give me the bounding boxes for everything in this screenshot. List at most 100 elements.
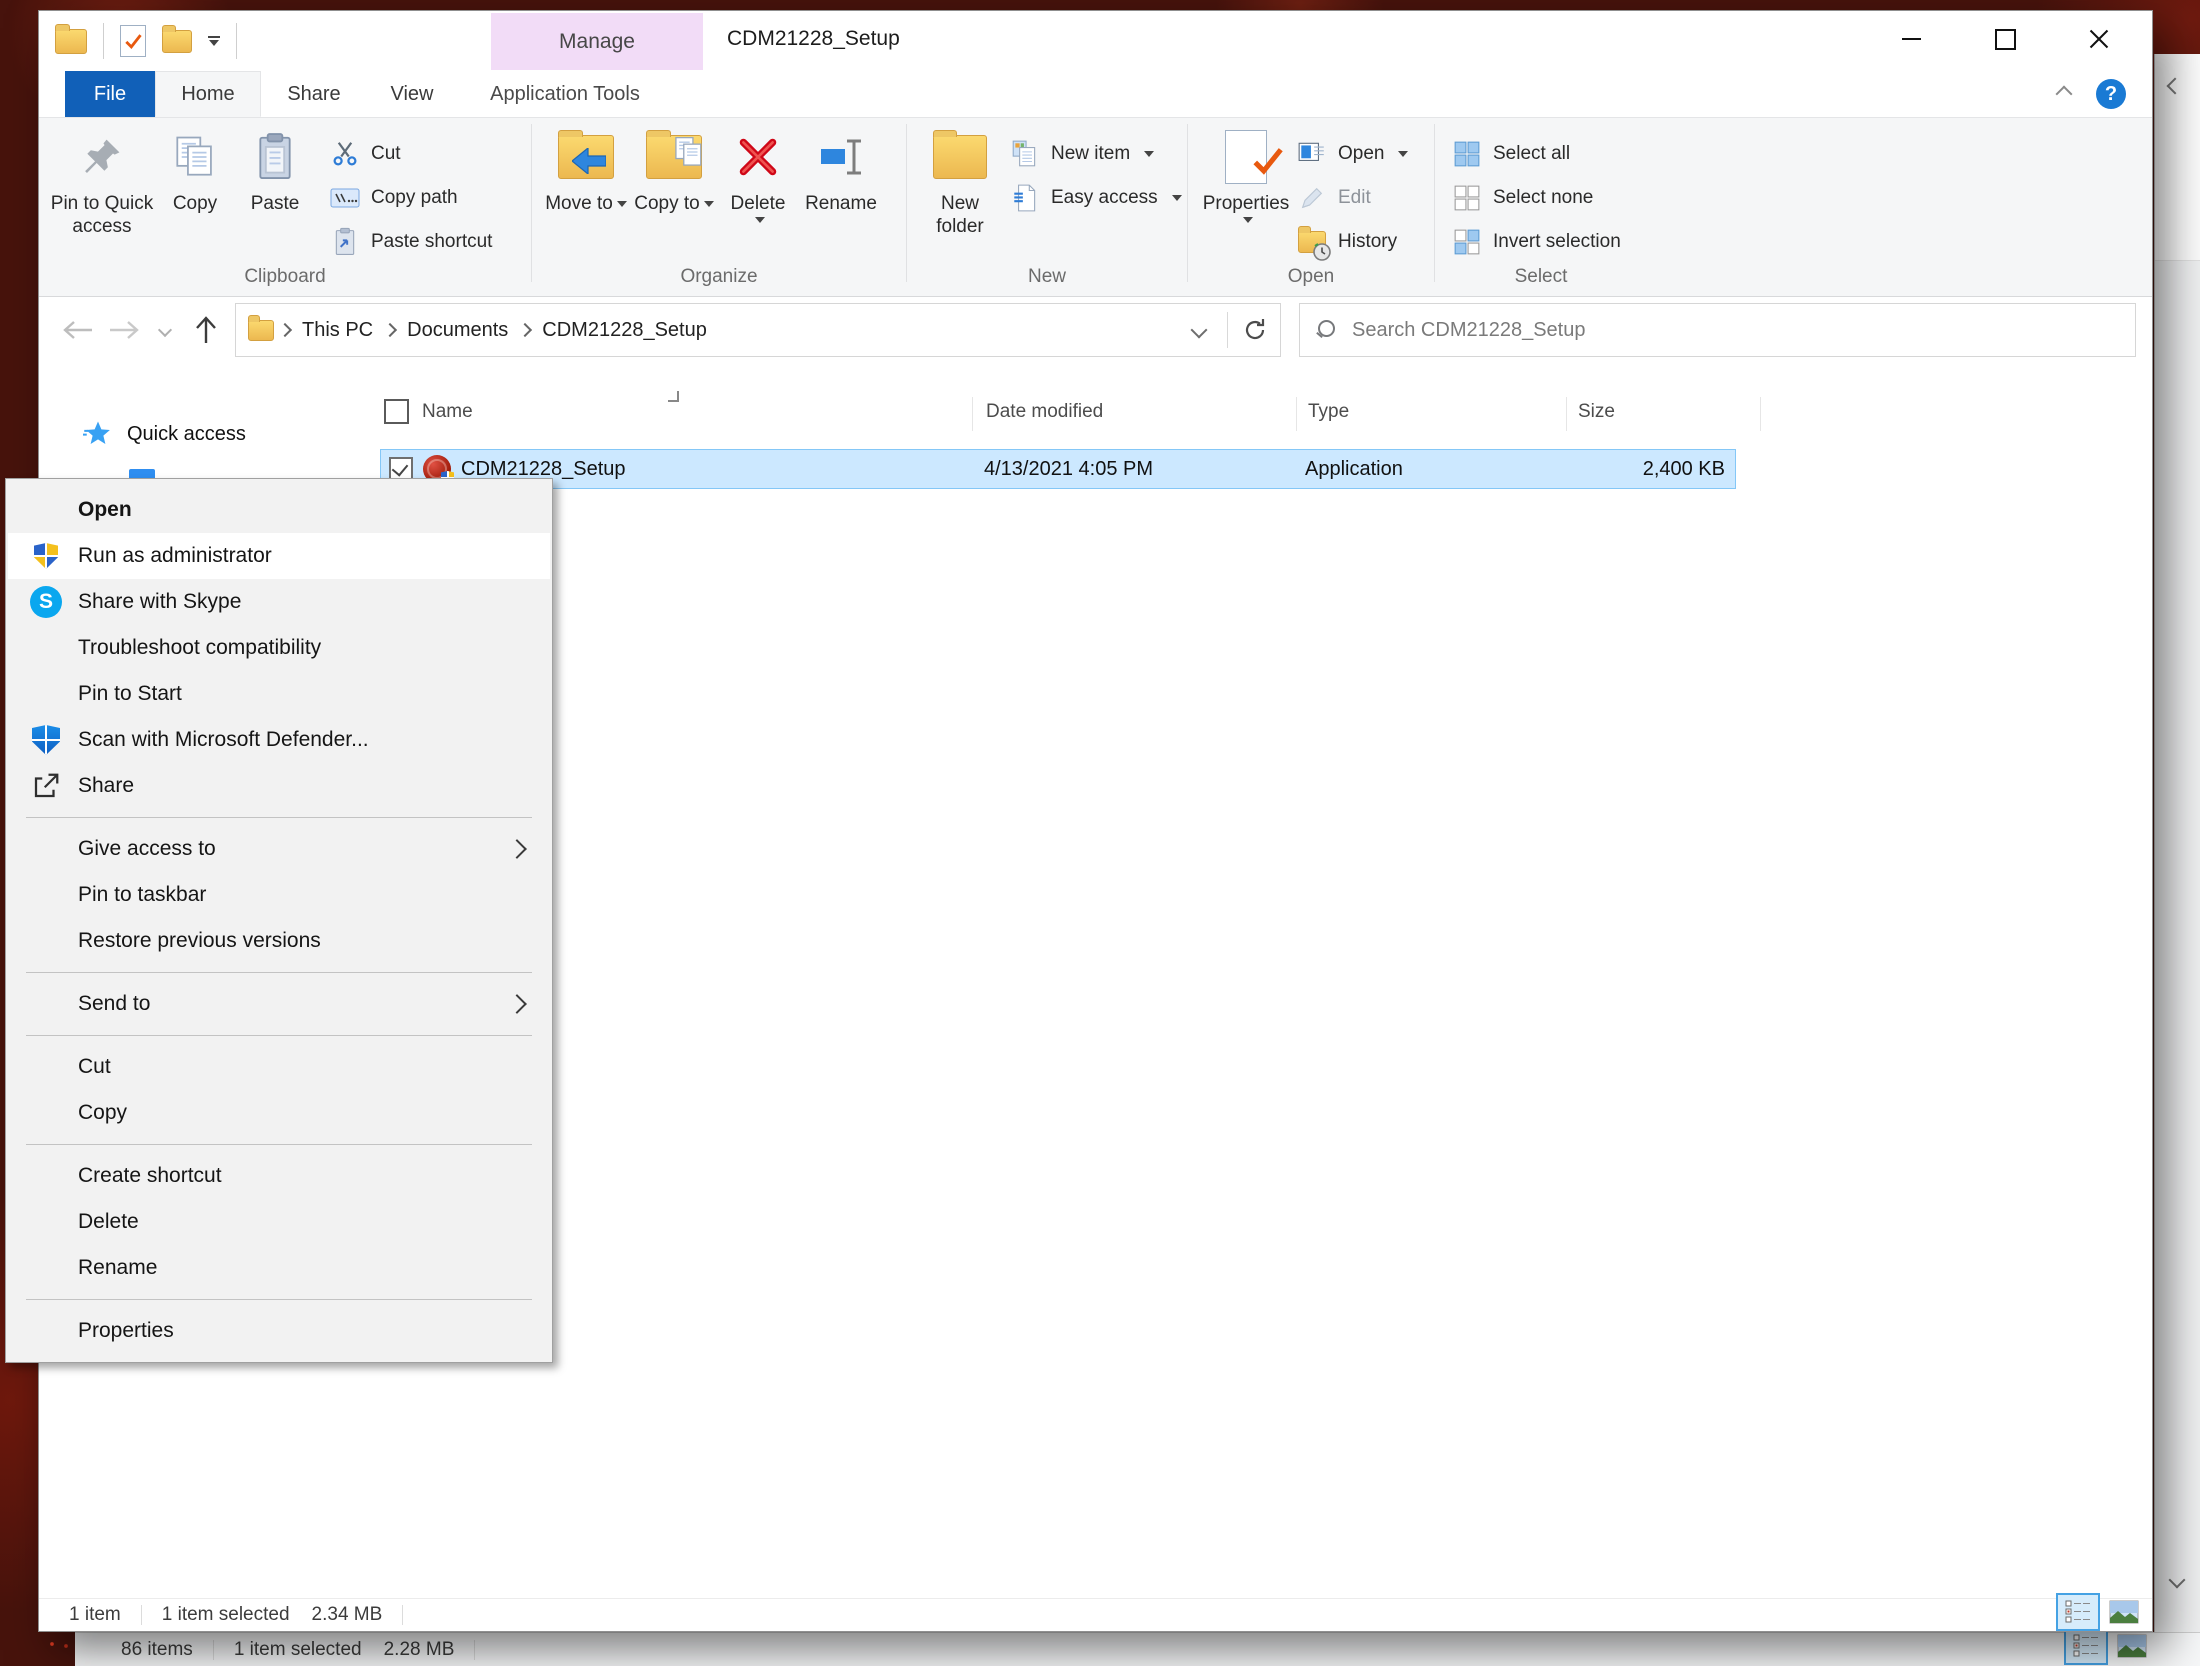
- tab-application-tools[interactable]: Application Tools: [457, 71, 673, 117]
- properties-button[interactable]: Properties: [1198, 118, 1294, 223]
- up-button[interactable]: [183, 307, 229, 353]
- background-scrollbar-down-icon[interactable]: [2169, 1572, 2186, 1589]
- qat-properties-button[interactable]: [120, 25, 146, 57]
- pushpin-icon: [80, 126, 124, 188]
- ribbon: Pin to Quick access Copy Paste: [39, 118, 2152, 297]
- thumbnail-view-button[interactable]: [2102, 1593, 2146, 1631]
- pin-to-quick-access-button[interactable]: Pin to Quick access: [49, 118, 155, 238]
- copy-to-icon: [646, 126, 702, 188]
- menu-item-delete[interactable]: Delete: [8, 1199, 550, 1245]
- column-header-name[interactable]: Name: [422, 401, 473, 423]
- close-button[interactable]: [2070, 17, 2128, 61]
- edit-button[interactable]: Edit: [1296, 176, 1408, 220]
- menu-item-share-with-skype[interactable]: Share with Skype: [8, 579, 550, 625]
- chevron-down-icon: [1398, 151, 1408, 157]
- tab-share[interactable]: Share: [261, 71, 367, 117]
- select-all-button[interactable]: Select all: [1451, 132, 1621, 176]
- details-view-button[interactable]: [2056, 1593, 2100, 1631]
- back-button[interactable]: [55, 307, 101, 353]
- help-button[interactable]: [2096, 79, 2126, 109]
- tab-file[interactable]: File: [65, 71, 155, 117]
- breadcrumb-bar[interactable]: This PC Documents CDM21228_Setup: [235, 303, 1281, 357]
- menu-item-restore-previous-versions[interactable]: Restore previous versions: [8, 918, 550, 964]
- new-folder-button[interactable]: New folder: [917, 118, 1003, 238]
- paste-button[interactable]: Paste: [235, 118, 315, 215]
- menu-item-properties[interactable]: Properties: [8, 1308, 550, 1354]
- breadcrumb-documents[interactable]: Documents: [397, 319, 518, 342]
- breadcrumb-chevron-icon[interactable]: [383, 323, 397, 337]
- breadcrumb-chevron-icon[interactable]: [278, 323, 292, 337]
- forward-button[interactable]: [101, 307, 147, 353]
- status-item-count: 1 item: [69, 1604, 121, 1626]
- column-divider[interactable]: [1296, 397, 1297, 431]
- cut-button[interactable]: Cut: [329, 132, 492, 176]
- menu-item-give-access-to[interactable]: Give access to: [8, 826, 550, 872]
- bg-details-view-button[interactable]: [2064, 1627, 2108, 1665]
- menu-item-share[interactable]: Share: [8, 763, 550, 809]
- contextual-tab-group-manage[interactable]: Manage: [491, 13, 703, 70]
- background-expand-ribbon-chevron-icon[interactable]: [2167, 78, 2184, 95]
- column-divider[interactable]: [1760, 397, 1761, 431]
- menu-item-cut-label: Cut: [78, 1055, 111, 1079]
- history-button[interactable]: History: [1296, 220, 1408, 264]
- bg-thumbnail-view-button[interactable]: [2110, 1627, 2154, 1665]
- column-header-size[interactable]: Size: [1578, 401, 1615, 423]
- rename-button[interactable]: Rename: [798, 118, 884, 215]
- refresh-icon[interactable]: [1242, 317, 1268, 343]
- copy-to-button[interactable]: Copy to: [630, 118, 718, 215]
- column-divider[interactable]: [1566, 397, 1567, 431]
- divider: [141, 1605, 142, 1625]
- column-header-type[interactable]: Type: [1308, 401, 1349, 423]
- copy-button[interactable]: Copy: [155, 118, 235, 215]
- breadcrumb-this-pc[interactable]: This PC: [292, 319, 383, 342]
- sidebar-item-quick-access[interactable]: Quick access: [83, 419, 246, 449]
- menu-item-copy[interactable]: Copy: [8, 1090, 550, 1136]
- menu-item-create-shortcut[interactable]: Create shortcut: [8, 1153, 550, 1199]
- tab-home[interactable]: Home: [155, 71, 261, 117]
- details-view-icon: [2073, 1634, 2099, 1658]
- customize-quick-access-dropdown[interactable]: [208, 36, 220, 46]
- menu-item-cut[interactable]: Cut: [8, 1044, 550, 1090]
- delete-button[interactable]: Delete: [718, 118, 798, 223]
- divider: [213, 1640, 214, 1660]
- menu-item-run-as-administrator[interactable]: Run as administrator: [8, 533, 550, 579]
- open-button[interactable]: Open: [1296, 132, 1408, 176]
- recent-locations-dropdown[interactable]: [147, 307, 183, 353]
- breadcrumb-chevron-icon[interactable]: [518, 323, 532, 337]
- menu-item-pin-to-start[interactable]: Pin to Start: [8, 671, 550, 717]
- breadcrumb-current-folder[interactable]: CDM21228_Setup: [532, 319, 717, 342]
- menu-item-share-with-skype-label: Share with Skype: [78, 590, 241, 614]
- column-header-date-modified[interactable]: Date modified: [986, 401, 1103, 423]
- address-dropdown-chevron-icon[interactable]: [1191, 322, 1208, 339]
- collapse-ribbon-chevron-icon[interactable]: [2056, 86, 2073, 103]
- copy-path-icon: [329, 182, 361, 214]
- menu-item-open[interactable]: Open: [8, 487, 550, 533]
- maximize-button[interactable]: [1976, 17, 2034, 61]
- copy-path-button[interactable]: Copy path: [329, 176, 492, 220]
- menu-item-send-to[interactable]: Send to: [8, 981, 550, 1027]
- menu-item-rename[interactable]: Rename: [8, 1245, 550, 1291]
- new-item-button[interactable]: New item: [1009, 132, 1182, 176]
- qat-new-folder-button[interactable]: [162, 30, 192, 53]
- move-to-button[interactable]: Move to: [542, 118, 630, 215]
- file-row-selected[interactable]: CDM21228_Setup 4/13/2021 4:05 PM Applica…: [380, 449, 1736, 489]
- divider: [1227, 312, 1228, 348]
- window-controls: [1882, 17, 2128, 61]
- tab-home-label: Home: [181, 83, 234, 106]
- easy-access-button[interactable]: Easy access: [1009, 176, 1182, 220]
- minimize-button[interactable]: [1882, 17, 1940, 61]
- menu-item-troubleshoot-compatibility[interactable]: Troubleshoot compatibility: [8, 625, 550, 671]
- select-none-button[interactable]: Select none: [1451, 176, 1621, 220]
- search-box[interactable]: [1299, 303, 2136, 357]
- chevron-down-icon: [1172, 195, 1182, 201]
- menu-item-scan-with-microsoft-defender[interactable]: Scan with Microsoft Defender...: [8, 717, 550, 763]
- menu-item-delete-label: Delete: [78, 1210, 139, 1234]
- tab-view[interactable]: View: [367, 71, 457, 117]
- search-input[interactable]: [1350, 318, 2119, 343]
- menu-item-pin-to-taskbar[interactable]: Pin to taskbar: [8, 872, 550, 918]
- column-divider[interactable]: [972, 397, 973, 431]
- paste-shortcut-button[interactable]: Paste shortcut: [329, 220, 492, 264]
- invert-selection-button[interactable]: Invert selection: [1451, 220, 1621, 264]
- select-all-checkbox[interactable]: [384, 399, 409, 424]
- forward-arrow-icon: [108, 319, 140, 341]
